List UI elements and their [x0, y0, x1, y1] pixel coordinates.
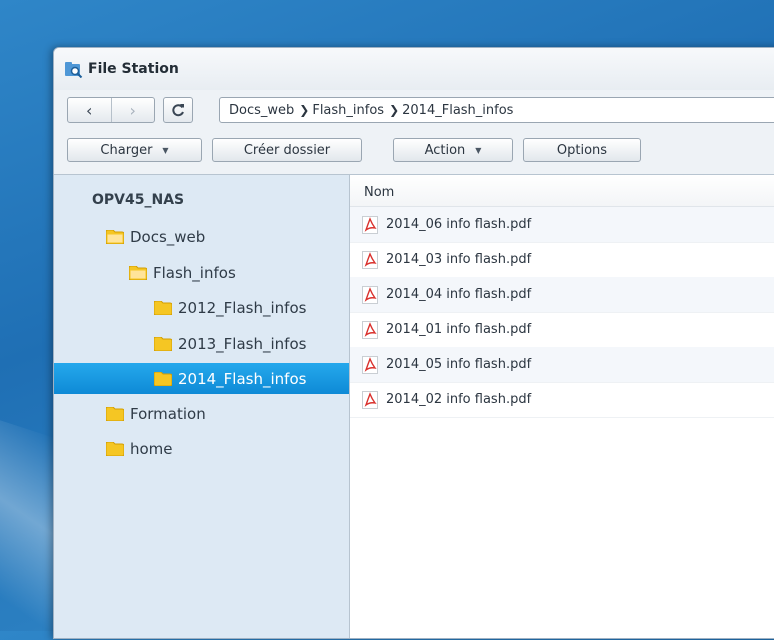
folder-icon — [154, 336, 172, 351]
history-buttons: ‹ › — [67, 97, 155, 123]
breadcrumb-item[interactable]: Flash_infos — [312, 103, 384, 118]
file-row[interactable]: 2014_04 info flash.pdf — [350, 277, 774, 313]
tree-item-2014-flash-infos[interactable]: 2014_Flash_infos — [54, 363, 349, 394]
file-row[interactable]: 2014_01 info flash.pdf — [350, 312, 774, 348]
file-name: 2014_02 info flash.pdf — [386, 392, 532, 407]
file-name: 2014_03 info flash.pdf — [386, 252, 532, 267]
desktop-background-streak — [0, 420, 60, 640]
upload-button[interactable]: Charger ▼ — [67, 138, 202, 162]
pdf-file-icon — [362, 320, 378, 339]
tree-item-label: Docs_web — [130, 227, 206, 246]
caret-down-icon: ▼ — [475, 145, 482, 155]
file-name: 2014_05 info flash.pdf — [386, 357, 532, 372]
breadcrumb-item[interactable]: Docs_web — [229, 103, 294, 118]
pdf-file-icon — [362, 215, 378, 234]
file-name: 2014_06 info flash.pdf — [386, 217, 532, 232]
folder-icon — [106, 229, 124, 244]
folder-icon — [106, 406, 124, 421]
folder-icon — [154, 300, 172, 315]
toolbar: Charger ▼ Créer dossier Action ▼ Options — [54, 134, 774, 170]
tree-item-label: Flash_infos — [153, 263, 236, 282]
tree-item-2012-flash-infos[interactable]: 2012_Flash_infos — [154, 292, 306, 323]
file-row[interactable]: 2014_05 info flash.pdf — [350, 347, 774, 383]
pdf-file-icon — [362, 250, 378, 269]
breadcrumb-path[interactable]: Docs_web ❯ Flash_infos ❯ 2014_Flash_info… — [219, 97, 774, 123]
file-row[interactable]: 2014_03 info flash.pdf — [350, 242, 774, 278]
breadcrumb-separator-icon: ❯ — [389, 103, 400, 117]
tree-item-flash-infos[interactable]: Flash_infos — [129, 257, 236, 288]
pdf-file-icon — [362, 285, 378, 304]
pdf-file-icon — [362, 355, 378, 374]
create-folder-label: Créer dossier — [243, 142, 331, 158]
file-row[interactable]: 2014_02 info flash.pdf — [350, 382, 774, 418]
folder-icon — [154, 371, 172, 386]
action-button-label: Action — [424, 142, 466, 158]
tree-item-label: Formation — [130, 404, 206, 423]
tree-item-home[interactable]: home — [106, 433, 173, 464]
breadcrumb-item[interactable]: 2014_Flash_infos — [402, 103, 513, 118]
navigation-bar: ‹ › Docs_web ❯ Flash_infos ❯ 2014_Flash_… — [54, 92, 774, 130]
folder-icon — [129, 265, 147, 280]
action-button[interactable]: Action ▼ — [393, 138, 513, 162]
file-station-app-icon — [65, 62, 83, 78]
column-header-name[interactable]: Nom — [350, 175, 774, 207]
refresh-icon — [172, 104, 184, 117]
file-name: 2014_01 info flash.pdf — [386, 322, 532, 337]
tree-item-label: 2013_Flash_infos — [178, 334, 307, 353]
folder-icon — [106, 441, 124, 456]
tree-item-docs-web[interactable]: Docs_web — [106, 221, 205, 252]
tree-item-label: 2014_Flash_infos — [178, 369, 307, 388]
file-row[interactable]: 2014_06 info flash.pdf — [350, 207, 774, 243]
tree-item-formation[interactable]: Formation — [106, 398, 206, 429]
create-folder-button[interactable]: Créer dossier — [212, 138, 362, 162]
caret-down-icon: ▼ — [162, 145, 169, 155]
upload-button-label: Charger — [100, 142, 153, 158]
tree-item-label: home — [130, 439, 173, 458]
breadcrumb-separator-icon: ❯ — [299, 103, 310, 117]
folder-tree: OPV45_NAS Docs_web Flash_infos 2012_Flas… — [54, 174, 350, 638]
tree-item-2013-flash-infos[interactable]: 2013_Flash_infos — [154, 328, 306, 359]
refresh-button[interactable] — [163, 97, 193, 123]
chevron-right-icon: › — [129, 100, 136, 120]
options-button-label: Options — [556, 142, 608, 158]
file-list: Nom 2014_06 info flash.pdf 2014_03 info … — [350, 174, 774, 638]
file-station-window: File Station ‹ › Docs_web ❯ Flash_infos … — [53, 47, 774, 639]
forward-button[interactable]: › — [110, 98, 155, 122]
title-bar[interactable]: File Station — [54, 48, 774, 90]
chevron-left-icon: ‹ — [86, 100, 93, 120]
window-title: File Station — [88, 61, 179, 77]
back-button[interactable]: ‹ — [68, 98, 111, 122]
file-name: 2014_04 info flash.pdf — [386, 287, 532, 302]
pdf-file-icon — [362, 390, 378, 409]
tree-item-label: 2012_Flash_infos — [178, 298, 307, 317]
tree-root-nas[interactable]: OPV45_NAS — [92, 192, 184, 208]
column-header-label: Nom — [364, 185, 395, 200]
options-button[interactable]: Options — [523, 138, 641, 162]
